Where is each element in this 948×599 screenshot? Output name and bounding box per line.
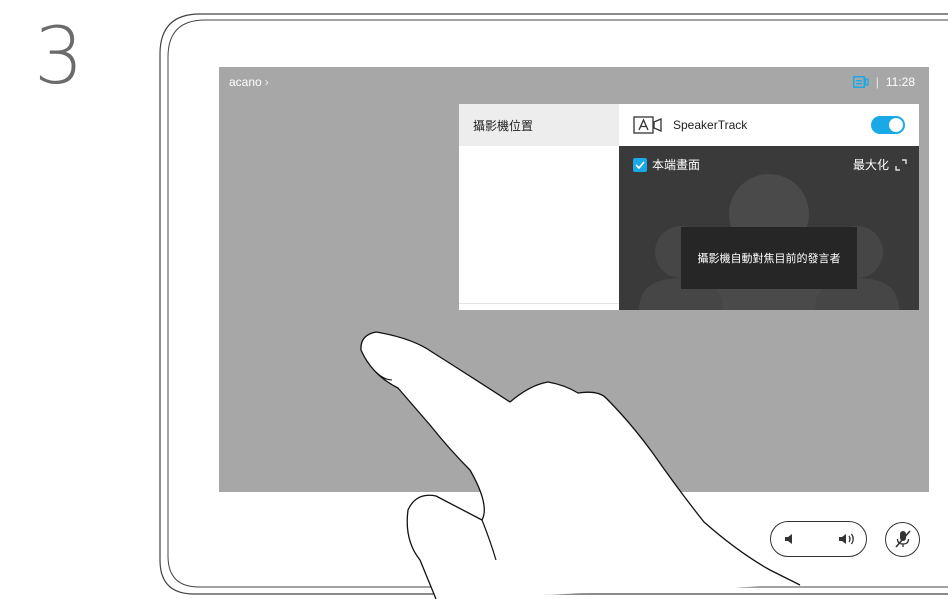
status-area: | 11:28 [852, 75, 915, 89]
maximize-label: 最大化 [852, 158, 889, 172]
maximize-button[interactable]: 最大化 [853, 156, 907, 173]
camera-settings: SpeakerTrack 本端畫面 最大化 攝影機自動對焦目前的發言者 [619, 104, 919, 310]
speakertrack-toggle[interactable] [871, 116, 905, 134]
camera-control-panel: 攝影機位置 SpeakerTrack 本端畫面 最大化 攝影機自動對焦目前的發言… [459, 104, 919, 310]
volume-down-icon[interactable] [784, 532, 796, 546]
microphone-mute-button[interactable] [885, 521, 920, 557]
speakertrack-row: SpeakerTrack [619, 104, 919, 146]
call-controls [770, 521, 920, 557]
clock-time: 11:28 [885, 75, 915, 89]
maximize-icon [895, 158, 907, 171]
divider [459, 303, 619, 304]
camera-panel-menu: 攝影機位置 [459, 104, 619, 310]
speakertrack-camera-icon [633, 116, 662, 134]
microphone-muted-icon [894, 530, 911, 548]
self-view-option[interactable]: 本端畫面 [633, 156, 700, 173]
layout-icon[interactable] [852, 76, 869, 88]
speakertrack-label: SpeakerTrack [673, 118, 748, 132]
meeting-name: acano [229, 75, 262, 89]
menu-item-camera-position[interactable]: 攝影機位置 [459, 104, 619, 146]
status-separator: | [875, 75, 879, 89]
checkmark-icon[interactable] [633, 157, 647, 172]
volume-up-icon[interactable] [838, 531, 856, 547]
self-view-label: 本端畫面 [652, 158, 701, 172]
meeting-breadcrumb[interactable]: acano › [229, 75, 269, 89]
volume-control[interactable] [770, 521, 867, 557]
touch-screen: acano › | 11:28 攝影機位置 SpeakerTrack 本端畫面 … [219, 67, 929, 492]
chevron-right-icon: › [264, 75, 269, 89]
self-view-preview: 本端畫面 最大化 攝影機自動對焦目前的發言者 [619, 146, 919, 310]
speakertrack-tooltip: 攝影機自動對焦目前的發言者 [681, 227, 857, 289]
